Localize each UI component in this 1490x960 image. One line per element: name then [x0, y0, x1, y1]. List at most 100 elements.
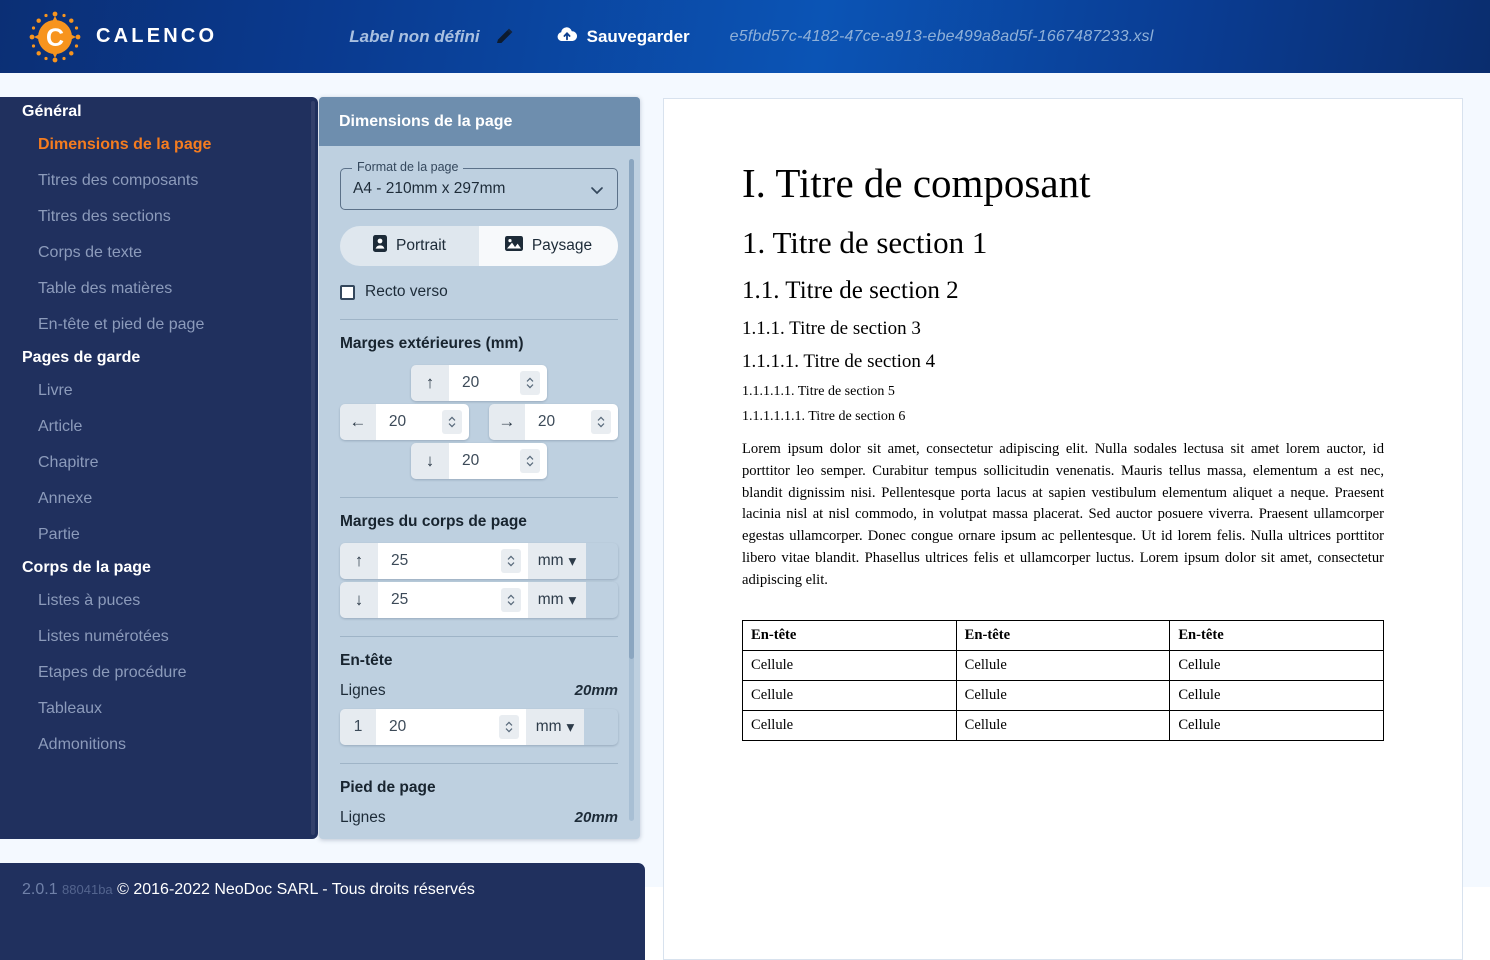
orientation-paysage-button[interactable]: Paysage — [479, 226, 618, 266]
body-margin-top-input[interactable]: 25 — [378, 543, 528, 579]
orientation-portrait-button[interactable]: Portrait — [340, 226, 479, 266]
divider — [340, 763, 618, 764]
spinner-up-down-icon[interactable] — [520, 449, 540, 473]
settings-panel-content: Format de la page A4 - 210mm x 297mm Por… — [319, 146, 640, 839]
divider — [340, 497, 618, 498]
margin-top-stepper[interactable]: ↑ 20 — [411, 365, 547, 401]
outer-margin-middle-row: ← 20 → 20 — [340, 404, 618, 440]
preview-heading-section-2: 1.1. Titre de section 2 — [742, 277, 959, 304]
sidebar-item-livre[interactable]: Livre — [0, 373, 318, 409]
margin-left-input[interactable]: 20 — [375, 404, 469, 440]
caret-down-icon: ▾ — [568, 552, 577, 570]
sidebar-item-partie[interactable]: Partie — [0, 517, 318, 553]
arrow-up-icon: ↑ — [411, 365, 449, 401]
page-format-select[interactable]: Format de la page A4 - 210mm x 297mm — [340, 160, 618, 210]
sidebar-item-titres-des-composants[interactable]: Titres des composants — [0, 163, 318, 199]
header-section-title: En-tête — [340, 652, 393, 669]
sidebar-item-dimensions-de-la-page[interactable]: Dimensions de la page — [0, 127, 318, 163]
footer-lines-row: Lignes 20mm — [340, 809, 618, 827]
sidebar-item-listes-puces[interactable]: Listes à puces — [0, 583, 318, 619]
page-format-legend: Format de la page — [352, 160, 464, 174]
arrow-down-icon: ↓ — [340, 582, 378, 618]
sidebar-nav: Général Dimensions de la page Titres des c… — [0, 97, 318, 839]
margin-right-input[interactable]: 20 — [524, 404, 618, 440]
app-footer: 2.0.1 88041ba © 2016-2022 NeoDoc SARL - … — [0, 863, 645, 960]
header-lines-row: Lignes 20mm — [340, 682, 618, 700]
body-margin-bottom-input[interactable]: 25 — [378, 582, 528, 618]
margin-left-stepper[interactable]: ← 20 — [340, 404, 469, 440]
save-button[interactable]: Sauvegarder — [556, 25, 690, 48]
header-height-input[interactable]: 20 — [376, 709, 526, 745]
sidebar-item-admonitions[interactable]: Admonitions — [0, 727, 318, 763]
table-cell: Cellule — [742, 679, 957, 711]
landscape-image-icon — [504, 236, 523, 256]
page-format-value: A4 - 210mm x 297mm — [353, 180, 506, 197]
sidebar-item-tableaux[interactable]: Tableaux — [0, 691, 318, 727]
body-margin-top-stepper[interactable]: ↑ 25 mm ▾ — [340, 543, 618, 579]
margin-right-stepper[interactable]: → 20 — [489, 404, 618, 440]
copyright-text: © 2016-2022 NeoDoc SARL - Tous droits ré… — [117, 881, 475, 898]
checkbox-box — [340, 284, 355, 300]
margin-right-value: 20 — [537, 413, 556, 430]
sidebar-item-corps-de-texte[interactable]: Corps de texte — [0, 235, 318, 271]
spinner-up-down-icon[interactable] — [501, 588, 521, 612]
svg-text:C: C — [46, 24, 64, 52]
sidebar-scrollbar[interactable] — [311, 101, 315, 835]
preview-heading-section-3: 1.1.1. Titre de section 3 — [742, 318, 921, 339]
caret-down-icon: ▾ — [566, 718, 575, 736]
header-height-stepper[interactable]: 1 20 mm ▾ — [340, 709, 618, 745]
table-header-cell: En-tête — [742, 619, 957, 651]
margin-bottom-value: 20 — [462, 452, 480, 469]
sidebar-item-chapitre[interactable]: Chapitre — [0, 445, 318, 481]
sidebar-item-etapes-de-proc-dure[interactable]: Etapes de procédure — [0, 655, 318, 691]
margin-top-value: 20 — [462, 374, 480, 391]
margin-bottom-stepper[interactable]: ↓ 20 — [411, 443, 547, 479]
sidebar-item-table-des-mati-res[interactable]: Table des matières — [0, 271, 318, 307]
body-margin-bottom-value: 25 — [391, 591, 409, 608]
preview-paragraph: Lorem ipsum dolor sit amet, consectetur … — [742, 441, 1384, 588]
footer-section-title: Pied de page — [340, 779, 436, 796]
table-cell: Cellule — [742, 709, 957, 741]
settings-scrollbar-thumb[interactable] — [629, 159, 634, 659]
sidebar-item-listes-num-rot-es[interactable]: Listes numérotées — [0, 619, 318, 655]
table-cell: Cellule — [1169, 709, 1384, 741]
header-height-value: 20 — [389, 718, 407, 735]
header-lines-label: Lignes — [340, 682, 386, 699]
table-row: Cellule Cellule Cellule — [742, 679, 1384, 711]
sidebar-item-titres-des-sections[interactable]: Titres des sections — [0, 199, 318, 235]
brand-logo[interactable]: C CALENCO — [24, 6, 217, 68]
body-margin-bottom-unit-select[interactable]: mm ▾ — [528, 582, 586, 618]
sidebar-group-title: Corps de la page — [22, 559, 151, 576]
sidebar-item-en-t-te-et-pied-de-page[interactable]: En-tête et pied de page — [0, 307, 318, 343]
spinner-up-down-icon[interactable] — [501, 549, 521, 573]
body-margin-top-unit-select[interactable]: mm ▾ — [528, 543, 586, 579]
duplex-checkbox[interactable]: Recto verso — [340, 283, 618, 301]
outer-margin-bottom-row: ↓ 20 — [340, 443, 618, 479]
body-margin-bottom-unit: mm — [537, 591, 564, 608]
spinner-up-down-icon[interactable] — [591, 410, 611, 434]
table-header-cell: En-tête — [1169, 619, 1384, 651]
preview-heading-section-4: 1.1.1.1. Titre de section 4 — [742, 351, 936, 372]
settings-panel-title: Dimensions de la page — [339, 112, 513, 130]
spinner-up-down-icon[interactable] — [499, 715, 519, 739]
app-version: 2.0.1 — [22, 881, 58, 898]
outer-margins-title: Marges extérieures (mm) — [340, 335, 524, 352]
pencil-icon[interactable] — [494, 27, 514, 47]
sidebar-item-annexe[interactable]: Annexe — [0, 481, 318, 517]
body-margin-bottom-stepper[interactable]: ↓ 25 mm ▾ — [340, 582, 618, 618]
arrow-up-icon: ↑ — [340, 543, 378, 579]
portrait-icon — [373, 235, 388, 257]
header-line-count[interactable]: 1 — [340, 709, 376, 745]
table-header-cell: En-tête — [955, 619, 1171, 651]
table-cell: Cellule — [1169, 649, 1384, 681]
margin-top-input[interactable]: 20 — [449, 365, 547, 401]
header-unit: mm — [535, 718, 562, 735]
preview-table: En-tête En-tête En-tête Cellule Cellule Cell… — [742, 619, 1384, 741]
spinner-up-down-icon[interactable] — [520, 371, 540, 395]
sidebar-item-article[interactable]: Article — [0, 409, 318, 445]
spinner-up-down-icon[interactable] — [442, 410, 462, 434]
caret-down-icon: ▾ — [568, 591, 577, 609]
orientation-paysage-label: Paysage — [531, 237, 593, 254]
header-unit-select[interactable]: mm ▾ — [526, 709, 584, 745]
margin-bottom-input[interactable]: 20 — [449, 443, 547, 479]
